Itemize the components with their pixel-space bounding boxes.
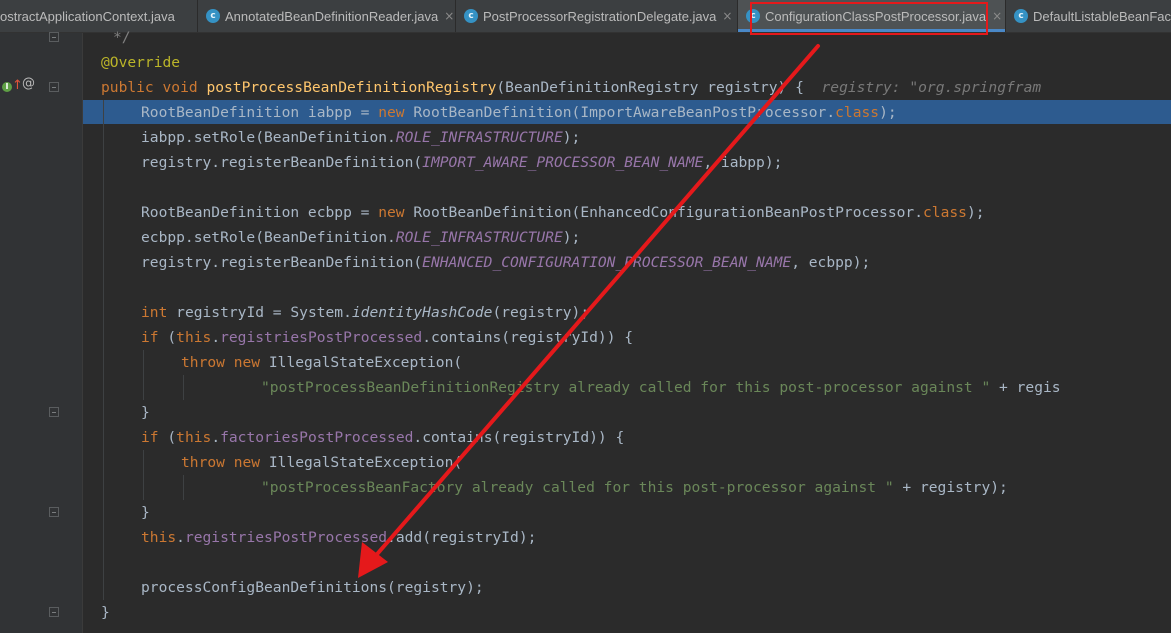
code-line[interactable]: "postProcessBeanFactory already called f…: [261, 475, 1008, 500]
code-line-process-config-bean-definitions[interactable]: processConfigBeanDefinitions(registry);: [141, 575, 484, 600]
close-icon[interactable]: ×: [444, 9, 454, 23]
tab-label: DefaultListableBeanFactc: [1033, 8, 1171, 24]
code-line[interactable]: RootBeanDefinition ecbpp = new RootBeanD…: [141, 200, 985, 225]
code-line[interactable]: ecbpp.setRole(BeanDefinition.ROLE_INFRAS…: [141, 225, 580, 250]
tab-label: ConfigurationClassPostProcessor.java: [765, 8, 987, 24]
code-line[interactable]: RootBeanDefinition iabpp = new RootBeanD…: [141, 100, 897, 125]
code-line[interactable]: if (this.factoriesPostProcessed.contains…: [141, 425, 624, 450]
close-icon[interactable]: ×: [722, 9, 732, 23]
fold-marker[interactable]: [49, 607, 59, 617]
fold-marker[interactable]: [49, 32, 59, 42]
code-line[interactable]: throw new IllegalStateException(: [181, 350, 462, 375]
indent-guide: [183, 375, 184, 400]
tab-annotated-bean-definition-reader[interactable]: c AnnotatedBeanDefinitionReader.java ×: [198, 0, 456, 32]
code-line[interactable]: }: [101, 600, 110, 625]
class-icon: c: [746, 9, 760, 23]
tab-configuration-class-post-processor[interactable]: c ConfigurationClassPostProcessor.java ×: [738, 0, 1006, 32]
code-line-annotation[interactable]: @Override: [101, 50, 180, 75]
tab-label: ostractApplicationContext.java: [0, 8, 175, 24]
code-line[interactable]: this.registriesPostProcessed.add(registr…: [141, 525, 536, 550]
code-line[interactable]: throw new IllegalStateException(: [181, 450, 462, 475]
editor-gutter[interactable]: [0, 32, 83, 633]
code-line[interactable]: registry.registerBeanDefinition(IMPORT_A…: [141, 150, 782, 175]
code-line[interactable]: }: [141, 400, 150, 425]
indent-guide: [183, 475, 184, 500]
tab-label: PostProcessorRegistrationDelegate.java: [483, 8, 717, 24]
indent-guide: [143, 350, 144, 400]
indent-guide: [143, 450, 144, 500]
code-line[interactable]: */: [113, 25, 131, 50]
inlay-hint: registry: "org.springfram: [821, 79, 1042, 96]
tab-label: AnnotatedBeanDefinitionReader.java: [225, 8, 439, 24]
code-line[interactable]: registry.registerBeanDefinition(ENHANCED…: [141, 250, 870, 275]
tab-post-processor-registration-delegate[interactable]: c PostProcessorRegistrationDelegate.java…: [456, 0, 738, 32]
override-annotation-icon[interactable]: @: [22, 76, 35, 91]
code-line-method-signature[interactable]: public void postProcessBeanDefinitionReg…: [101, 75, 1041, 100]
code-line[interactable]: if (this.registriesPostProcessed.contain…: [141, 325, 633, 350]
code-line[interactable]: "postProcessBeanDefinitionRegistry alrea…: [261, 375, 1061, 400]
fold-marker[interactable]: [49, 82, 59, 92]
code-line[interactable]: iabpp.setRole(BeanDefinition.ROLE_INFRAS…: [141, 125, 580, 150]
indent-guide: [103, 100, 104, 600]
editor-tab-bar: ostractApplicationContext.java c Annotat…: [0, 0, 1171, 33]
class-icon: c: [464, 9, 478, 23]
tab-default-listable-bean-factory[interactable]: c DefaultListableBeanFactc: [1006, 0, 1171, 32]
implements-method-icon[interactable]: I ↑: [2, 78, 23, 93]
fold-marker[interactable]: [49, 407, 59, 417]
tab-abstract-application-context[interactable]: ostractApplicationContext.java: [0, 0, 198, 32]
code-line[interactable]: int registryId = System.identityHashCode…: [141, 300, 589, 325]
close-icon[interactable]: ×: [992, 9, 1002, 23]
class-icon: c: [1014, 9, 1028, 23]
code-line[interactable]: }: [141, 500, 150, 525]
fold-marker[interactable]: [49, 507, 59, 517]
class-icon: c: [206, 9, 220, 23]
